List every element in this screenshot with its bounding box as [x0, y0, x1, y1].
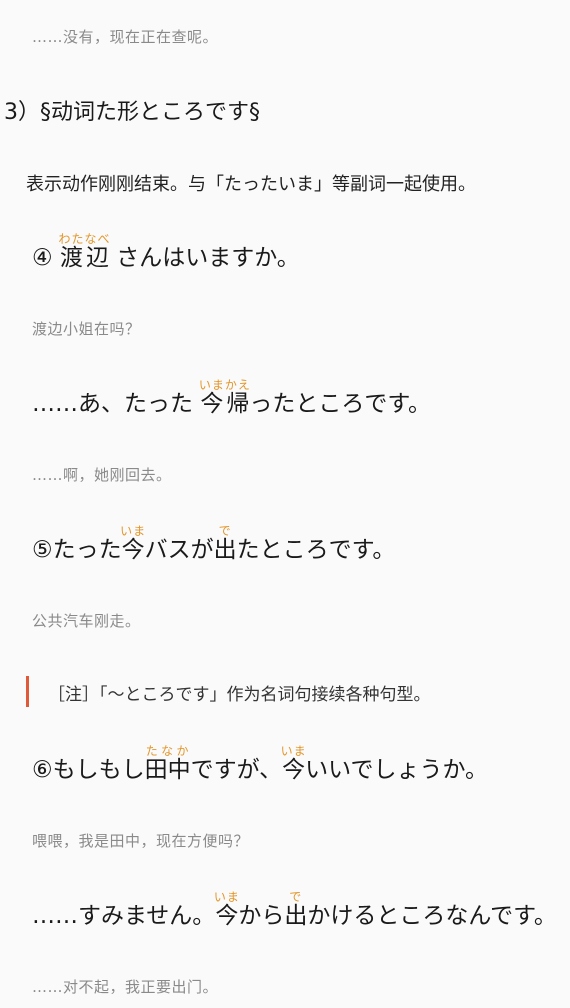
- sentence-text: ⑥もしもし: [32, 757, 145, 783]
- furigana-word: 今いま: [213, 890, 240, 929]
- sentence-text: たところです。: [236, 537, 396, 563]
- translation-text: 公共汽车刚走。: [32, 612, 141, 630]
- sentence-text: いいでしょうか。: [305, 757, 489, 783]
- example-sentence-4: ④ 渡辺わたなべ さんはいますか。: [32, 232, 300, 272]
- sentence-text: ……すみません。: [32, 903, 216, 929]
- translation-text: 渡边小姐在吗？: [32, 320, 141, 338]
- furigana-word: 出で: [284, 890, 308, 929]
- furigana-word: 渡辺わたなべ: [58, 232, 111, 271]
- example-sentence-5: ⑤たった今いまバスが出でたところです。: [32, 524, 395, 564]
- furigana-word: 今いま: [280, 744, 307, 783]
- translation-text: ……啊，她刚回去。: [32, 466, 172, 484]
- section-heading: 3）§动词た形ところです§: [4, 100, 260, 125]
- sentence-text: かけるところなんです。: [307, 903, 557, 929]
- example-sentence-4b: ……あ、たった 今いま帰かえったところです。: [32, 378, 431, 418]
- grammar-description: 表示动作刚刚结束。与「たったいま」等副词一起使用。: [26, 174, 476, 195]
- furigana-word: 田中たなか: [144, 744, 191, 783]
- example-sentence-6b: ……すみません。今いまから出でかけるところなんです。: [32, 890, 557, 930]
- translation-text: ……没有，现在正在查呢。: [32, 28, 219, 46]
- translation-text: ……对不起，我正要出门。: [32, 978, 219, 996]
- furigana-word: 帰かえ: [224, 378, 251, 417]
- sentence-text: ですが、: [190, 757, 283, 783]
- sentence-text: ったところです。: [249, 391, 432, 417]
- note-accent-bar: [26, 676, 29, 707]
- note-text: ［注］「～ところです」作为名词句接续各种句型。: [48, 685, 431, 705]
- example-number: ④: [32, 245, 53, 271]
- furigana-word: 出で: [213, 524, 237, 563]
- furigana-word: 今いま: [198, 378, 225, 417]
- translation-text: 喂喂，我是田中，现在方便吗？: [32, 832, 250, 850]
- sentence-text: ……あ、たった: [32, 391, 193, 417]
- sentence-text: バスが: [144, 537, 214, 563]
- example-sentence-6: ⑥もしもし田中たなかですが、今いまいいでしょうか。: [32, 744, 488, 784]
- sentence-text: さんはいますか。: [116, 245, 300, 271]
- sentence-text: ⑤たった: [32, 537, 122, 563]
- furigana-word: 今いま: [120, 524, 147, 563]
- sentence-text: から: [238, 903, 285, 929]
